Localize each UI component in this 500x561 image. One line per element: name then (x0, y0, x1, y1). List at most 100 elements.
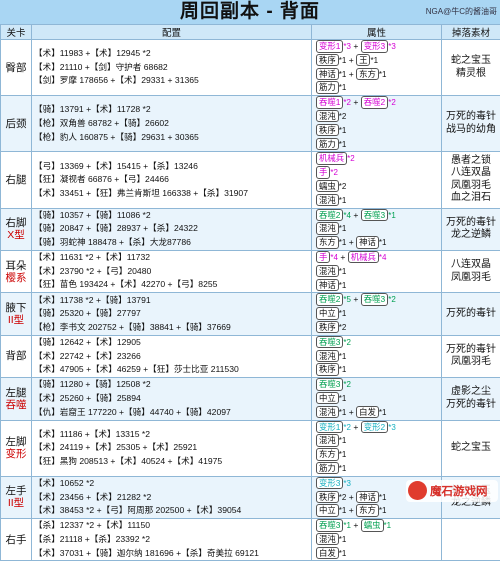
title-bar: 周回副本 - 背面 NGA@牛C的酱油哥 (0, 0, 500, 25)
wave-line: 【骑】羽蛇神 188478 +【杀】大龙87786 (34, 236, 311, 250)
trait-badge: 混沌 (316, 222, 339, 235)
drop-item: 万死的毒针 (442, 217, 500, 230)
trait-badge: 吞噬3 (361, 209, 388, 222)
attribute-line: 变形1*3 + 变形3*3 (316, 40, 441, 54)
drop-item: 万死的毒针 (442, 399, 500, 412)
stage-name: 臀部 (6, 62, 27, 74)
stage-tag: X型 (1, 229, 31, 241)
attribute-line: 混沌*1 (316, 194, 441, 208)
trait-count: *1 (339, 56, 347, 65)
header-attributes: 属性 (312, 25, 442, 40)
trait-badge: 机械兵 (316, 152, 347, 165)
table-row: 左脚变形【术】11186 +【术】13315 *2【术】24119 +【术】25… (1, 420, 500, 476)
trait-count: *1 (379, 506, 387, 515)
wave-line: 【骑】11280 +【骑】12508 *2 (34, 378, 311, 392)
trait-count: *1 (343, 521, 351, 530)
wave-line: 【术】11983 +【术】12945 *2 (34, 47, 311, 61)
stage-cell: 后颈 (1, 96, 32, 152)
trait-count: *3 (388, 423, 396, 432)
trait-badge: 变形3 (361, 40, 388, 53)
table-row: 臀部【术】11983 +【术】12945 *2【术】21110 +【剑】守护者 … (1, 40, 500, 96)
drop-item: 万死的毒针 (442, 111, 500, 124)
trait-count: *3 (388, 42, 396, 51)
trait-count: *4 (330, 253, 338, 262)
trait-badge: 吞噬3 (316, 378, 343, 391)
table-row: 右腿【弓】13369 +【术】15415 +【杀】13246【狂】凝视者 668… (1, 152, 500, 208)
wave-line: 【枪】双角兽 68782 +【骑】26602 (34, 117, 311, 131)
drops-cell: 万死的毒针战马的幼角 (442, 96, 500, 152)
trait-count: *1 (384, 521, 392, 530)
attribute-line: 筋力*1 (316, 138, 441, 152)
trait-count: *1 (379, 70, 387, 79)
trait-count: *5 (343, 295, 351, 304)
wave-line: 【术】38453 *2 +【弓】阿周那 202500 +【术】39054 (34, 504, 311, 518)
config-cell: 【骑】12642 +【术】12905【术】22742 +【术】23266【术】4… (32, 335, 312, 377)
trait-badge: 筋力 (316, 462, 339, 475)
wave-line: 【术】11738 *2 +【骑】13791 (34, 294, 311, 308)
stage-cell: 耳朵樱系 (1, 250, 32, 292)
header-config: 配置 (32, 25, 312, 40)
attribute-line: 混沌*2 (316, 110, 441, 124)
attributes-cell: 吞噬2*5 + 吞噬3*2中立*1秩序*2 (312, 293, 442, 335)
trait-badge: 神话 (316, 279, 339, 292)
stage-cell: 右脚X型 (1, 208, 32, 250)
wave-line: 【剑】罗摩 178656 +【术】29331 + 31365 (34, 74, 311, 88)
trait-count: *2 (339, 323, 347, 332)
drop-item: 万死的毒针 (442, 308, 500, 321)
trait-badge: 变形1 (316, 40, 343, 53)
wave-line: 【术】37031 +【骑】迦尔纳 181696 +【杀】奇美拉 69121 (34, 547, 311, 561)
trait-badge: 变形1 (316, 421, 343, 434)
stage-tag: 变形 (1, 448, 31, 460)
config-cell: 【术】11738 *2 +【骑】13791【骑】25320 +【骑】27797【… (32, 293, 312, 335)
attribute-line: 机械兵*2 (316, 152, 441, 166)
attributes-cell: 吞噬1*2 + 吞噬2*2混沌*2秩序*1筋力*1 (312, 96, 442, 152)
stage-cell: 左脚变形 (1, 420, 32, 476)
trait-count: *2 (388, 295, 396, 304)
attribute-line: 神话*1 (316, 279, 441, 293)
header-drops: 掉落素材 (442, 25, 500, 40)
drop-item: 精灵根 (442, 68, 500, 81)
wave-line: 【狂】苗色 193424 +【术】42270 +【弓】8255 (34, 278, 311, 292)
stage-cell: 左手II型 (1, 476, 32, 518)
trait-badge: 机械兵 (348, 251, 379, 264)
attribute-line: 手*2 (316, 166, 441, 180)
stage-cell: 臀部 (1, 40, 32, 96)
trait-count: *1 (370, 56, 378, 65)
wave-line: 【术】23790 *2 +【弓】20480 (34, 265, 311, 279)
stage-name: 耳朵 (6, 260, 27, 272)
attribute-line: 混沌*1 (316, 533, 441, 547)
attribute-line: 秩序*1 (316, 124, 441, 138)
attribute-line: 吞噬3*2 (316, 336, 441, 350)
attribute-line: 秩序*1 + 王*1 (316, 54, 441, 68)
trait-count: *2 (339, 493, 347, 502)
trait-count: *1 (339, 450, 347, 459)
drops-cell: 万死的毒针 (442, 293, 500, 335)
watermark-logo-icon (408, 481, 427, 500)
config-cell: 【杀】12337 *2 +【术】11150【杀】21118 +【杀】23392 … (32, 519, 312, 561)
trait-count: *2 (330, 168, 338, 177)
drop-item: 虚影之尘 (442, 386, 500, 399)
trait-badge: 蠕虫 (361, 519, 384, 532)
wave-line: 【骑】20847 +【骑】28937 +【杀】24322 (34, 222, 311, 236)
attribute-line: 吞噬1*2 + 吞噬2*2 (316, 96, 441, 110)
trait-badge: 吞噬2 (316, 209, 343, 222)
wave-line: 【术】11186 +【术】13315 *2 (34, 428, 311, 442)
config-cell: 【术】11983 +【术】12945 *2【术】21110 +【剑】守护者 68… (32, 40, 312, 96)
trait-count: *1 (379, 238, 387, 247)
attributes-cell: 变形1*2 + 变形2*3混沌*1东方*1筋力*1 (312, 420, 442, 476)
trait-count: *1 (339, 506, 347, 515)
drop-item: 蛇之宝玉 (442, 442, 500, 455)
attributes-cell: 机械兵*2手*2蠕虫*2混沌*1 (312, 152, 442, 208)
trait-badge: 秩序 (316, 363, 339, 376)
trait-count: *2 (343, 423, 351, 432)
wave-line: 【术】22742 +【术】23266 (34, 350, 311, 364)
stage-tag: 樱系 (1, 272, 31, 284)
trait-badge: 吞噬3 (361, 293, 388, 306)
trait-badge: 中立 (316, 392, 339, 405)
trait-badge: 吞噬1 (316, 96, 343, 109)
wave-line: 【骑】12642 +【术】12905 (34, 336, 311, 350)
attribute-line: 吞噬3*2 (316, 378, 441, 392)
trait-badge: 混沌 (316, 533, 339, 546)
trait-count: *3 (343, 42, 351, 51)
trait-count: *4 (343, 211, 351, 220)
